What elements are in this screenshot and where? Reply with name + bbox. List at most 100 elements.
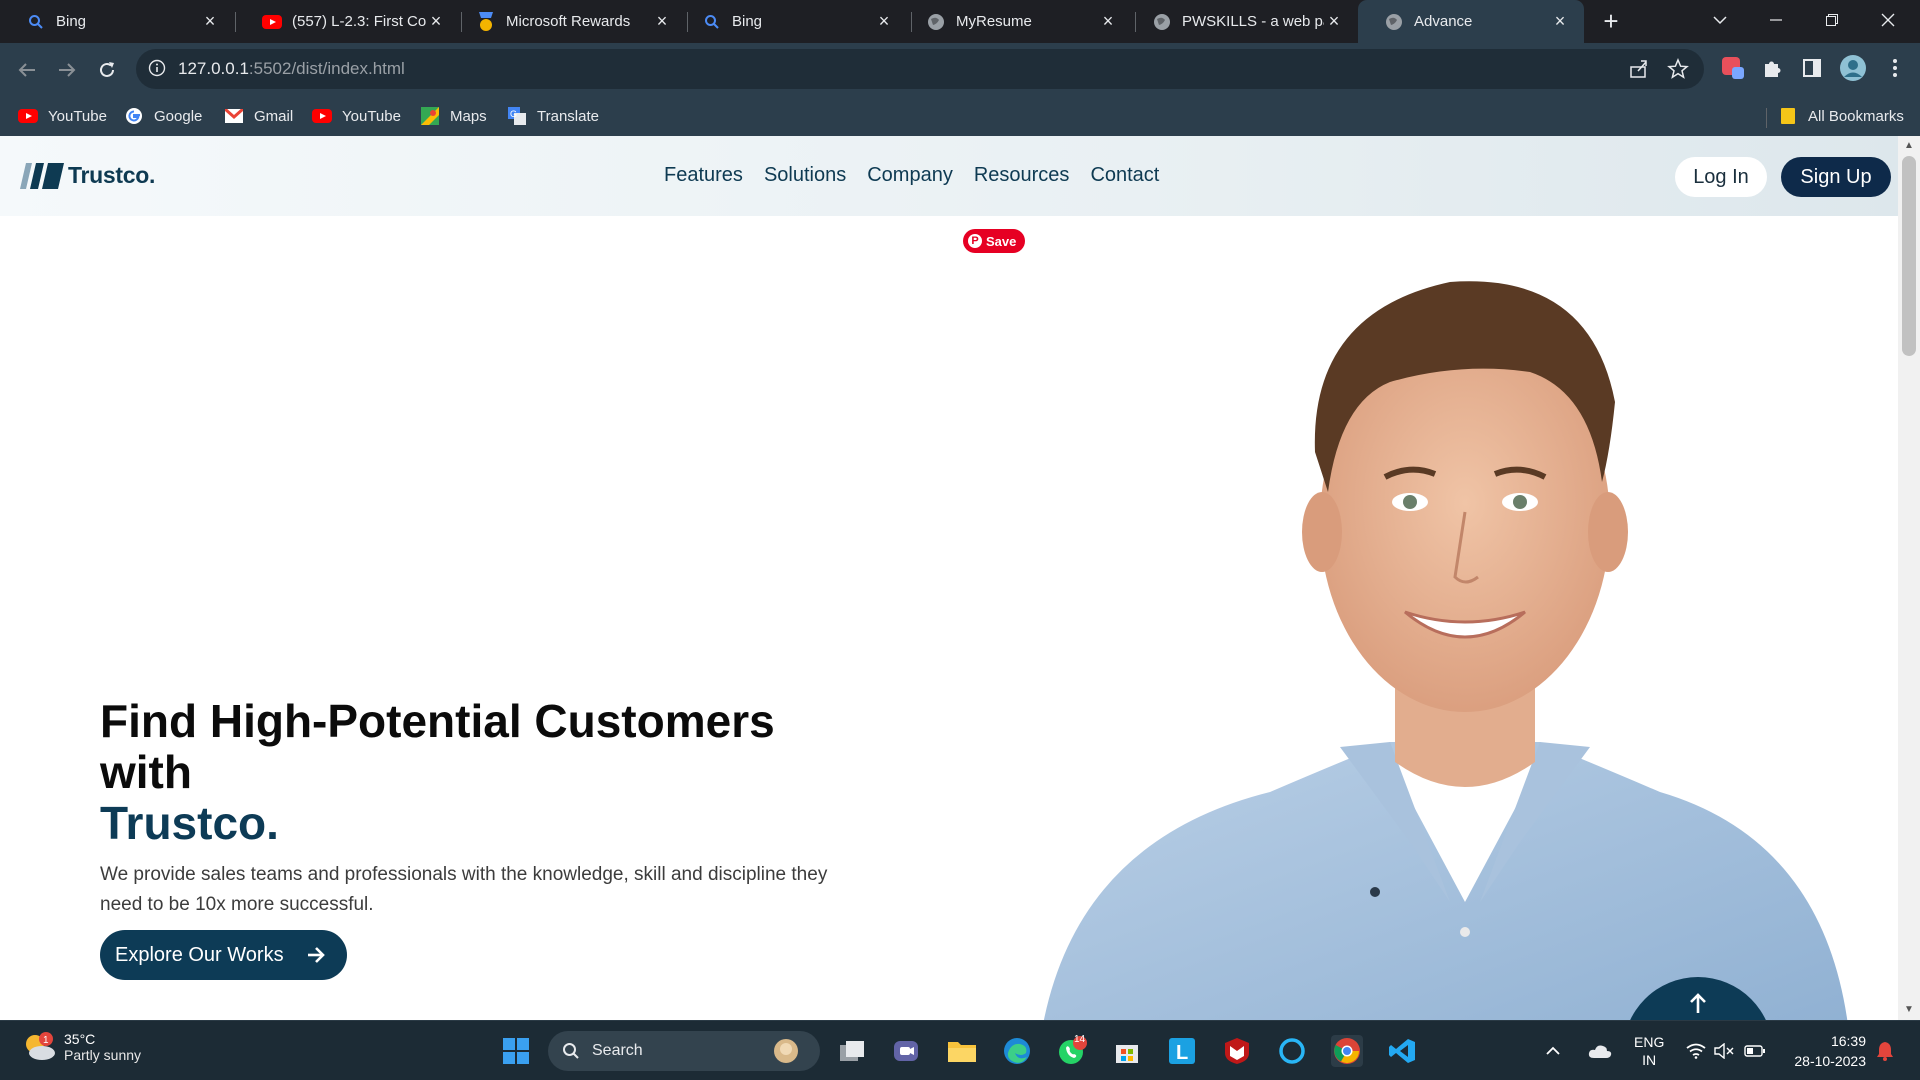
gmail-icon bbox=[224, 107, 244, 125]
bookmark-youtube-2[interactable]: YouTube bbox=[312, 104, 401, 128]
vscode-icon[interactable] bbox=[1386, 1035, 1418, 1067]
tab-youtube-lecture[interactable]: (557) L-2.3: First Com × bbox=[236, 0, 460, 43]
whatsapp-icon[interactable]: 14 bbox=[1056, 1034, 1088, 1067]
search-icon bbox=[563, 1043, 579, 1059]
new-tab-button[interactable]: + bbox=[1596, 7, 1626, 37]
bookmark-youtube[interactable]: YouTube bbox=[18, 104, 107, 128]
side-panel-icon[interactable] bbox=[1797, 53, 1827, 83]
notification-bell-icon[interactable] bbox=[1876, 1021, 1894, 1080]
weather-condition: Partly sunny bbox=[64, 1047, 142, 1063]
logo-text: Trustco. bbox=[68, 162, 156, 188]
microsoft-store-icon[interactable] bbox=[1111, 1035, 1143, 1067]
wifi-icon[interactable] bbox=[1686, 1021, 1706, 1080]
whatsapp-badge: 14 bbox=[1074, 1034, 1086, 1045]
volume-muted-icon[interactable] bbox=[1714, 1021, 1734, 1080]
bookmark-gmail[interactable]: Gmail bbox=[224, 104, 293, 128]
scrollbar-thumb[interactable] bbox=[1902, 156, 1916, 356]
extension-colorful-icon[interactable] bbox=[1718, 53, 1748, 83]
close-window-button[interactable] bbox=[1860, 0, 1916, 40]
nav-link-contact[interactable]: Contact bbox=[1090, 164, 1159, 187]
login-button[interactable]: Log In bbox=[1675, 157, 1767, 197]
language-indicator[interactable]: ENG IN bbox=[1634, 1021, 1664, 1080]
explore-works-label: Explore Our Works bbox=[115, 943, 284, 966]
close-icon[interactable]: × bbox=[1324, 11, 1344, 32]
bookmark-google[interactable]: Google bbox=[124, 104, 202, 128]
scroll-up-arrow-icon[interactable]: ▲ bbox=[1904, 140, 1914, 151]
forward-button[interactable] bbox=[50, 53, 84, 87]
tab-pwskills[interactable]: PWSKILLS - a web pa × bbox=[1126, 0, 1358, 43]
bookmark-translate[interactable]: G Translate bbox=[507, 104, 599, 128]
tab-title: Bing bbox=[732, 13, 763, 30]
chrome-icon[interactable] bbox=[1331, 1035, 1363, 1067]
file-explorer-icon[interactable] bbox=[946, 1035, 978, 1067]
close-icon[interactable]: × bbox=[1098, 11, 1118, 32]
close-icon[interactable]: × bbox=[652, 11, 672, 32]
all-bookmarks-button[interactable]: All Bookmarks bbox=[1778, 104, 1904, 128]
bookmark-label: Gmail bbox=[254, 107, 294, 125]
tray-overflow-chevron-icon[interactable] bbox=[1545, 1021, 1561, 1080]
close-icon[interactable]: × bbox=[426, 11, 446, 32]
windows-start-icon[interactable] bbox=[500, 1035, 532, 1067]
share-icon[interactable] bbox=[1628, 58, 1650, 80]
close-icon[interactable]: × bbox=[874, 11, 894, 32]
bookmark-label: YouTube bbox=[48, 107, 107, 125]
site-logo[interactable]: Trustco. bbox=[20, 162, 155, 189]
l-app-icon[interactable]: L bbox=[1166, 1035, 1198, 1067]
task-view-icon[interactable] bbox=[836, 1035, 868, 1067]
tab-bing-2[interactable]: Bing × bbox=[676, 0, 908, 43]
tab-bing-1[interactable]: Bing × bbox=[0, 0, 234, 43]
explore-works-button[interactable]: Explore Our Works bbox=[100, 930, 347, 980]
profile-avatar[interactable] bbox=[1838, 53, 1868, 83]
weather-badge: 1 bbox=[43, 1035, 49, 1046]
mcafee-icon[interactable] bbox=[1221, 1035, 1253, 1067]
restore-button[interactable] bbox=[1804, 0, 1860, 40]
tab-myresume[interactable]: MyResume × bbox=[900, 0, 1132, 43]
battery-icon[interactable] bbox=[1744, 1021, 1766, 1080]
minimize-button[interactable] bbox=[1748, 0, 1804, 40]
translate-icon: G bbox=[507, 107, 527, 125]
page-scrollbar[interactable]: ▲ ▼ bbox=[1898, 136, 1920, 1020]
logo-mark-icon bbox=[20, 162, 64, 189]
weather-temperature: 35°C bbox=[64, 1031, 96, 1047]
close-icon[interactable]: × bbox=[1550, 11, 1570, 32]
taskbar-search-box[interactable]: Search bbox=[548, 1031, 820, 1071]
nav-link-features[interactable]: Features bbox=[664, 164, 743, 187]
menu-kebab-icon[interactable] bbox=[1880, 53, 1910, 83]
teams-meet-icon[interactable] bbox=[890, 1035, 922, 1067]
onedrive-cloud-icon[interactable] bbox=[1588, 1021, 1612, 1080]
youtube-icon bbox=[262, 12, 282, 32]
bookmark-label: Google bbox=[154, 107, 203, 125]
extensions-puzzle-icon[interactable] bbox=[1757, 53, 1787, 83]
youtube-icon bbox=[18, 107, 38, 125]
edge-browser-icon[interactable] bbox=[1001, 1035, 1033, 1067]
tab-search-chevron-icon[interactable] bbox=[1692, 0, 1748, 40]
nav-link-resources[interactable]: Resources bbox=[974, 164, 1070, 187]
reload-button[interactable] bbox=[90, 53, 124, 87]
signup-button[interactable]: Sign Up bbox=[1781, 157, 1891, 197]
scroll-down-arrow-icon[interactable]: ▼ bbox=[1904, 1004, 1914, 1015]
nav-link-company[interactable]: Company bbox=[867, 164, 953, 187]
close-icon[interactable]: × bbox=[200, 11, 220, 32]
cortana-ring-icon[interactable] bbox=[1276, 1035, 1308, 1067]
globe-icon bbox=[1384, 12, 1404, 32]
globe-icon bbox=[926, 12, 946, 32]
svg-text:L: L bbox=[1176, 1042, 1188, 1064]
bookmarks-divider bbox=[1766, 108, 1767, 128]
taskbar-search-label: Search bbox=[592, 1042, 643, 1059]
bookmark-star-icon[interactable] bbox=[1667, 58, 1689, 80]
bookmark-label: YouTube bbox=[342, 107, 401, 125]
weather-widget[interactable]: 1 35°C Partly sunny bbox=[22, 1031, 141, 1063]
bookmark-label: Translate bbox=[537, 107, 599, 125]
tab-microsoft-rewards[interactable]: Microsoft Rewards × bbox=[450, 0, 686, 43]
windows-taskbar: 1 35°C Partly sunny Search 14 L ENG IN 1… bbox=[0, 1020, 1920, 1080]
bing-search-icon bbox=[26, 12, 46, 32]
tab-title: Microsoft Rewards bbox=[506, 13, 631, 30]
nav-link-solutions[interactable]: Solutions bbox=[764, 164, 846, 187]
site-info-icon[interactable] bbox=[148, 59, 168, 79]
address-bar[interactable]: 127.0.0.1:5502/dist/index.html bbox=[136, 49, 1704, 89]
system-clock[interactable]: 16:39 28-10-2023 bbox=[1786, 1031, 1866, 1071]
tab-title: MyResume bbox=[956, 13, 1032, 30]
bookmark-maps[interactable]: Maps bbox=[420, 104, 487, 128]
back-button[interactable] bbox=[10, 53, 44, 87]
tab-advance[interactable]: Advance × bbox=[1358, 0, 1584, 43]
